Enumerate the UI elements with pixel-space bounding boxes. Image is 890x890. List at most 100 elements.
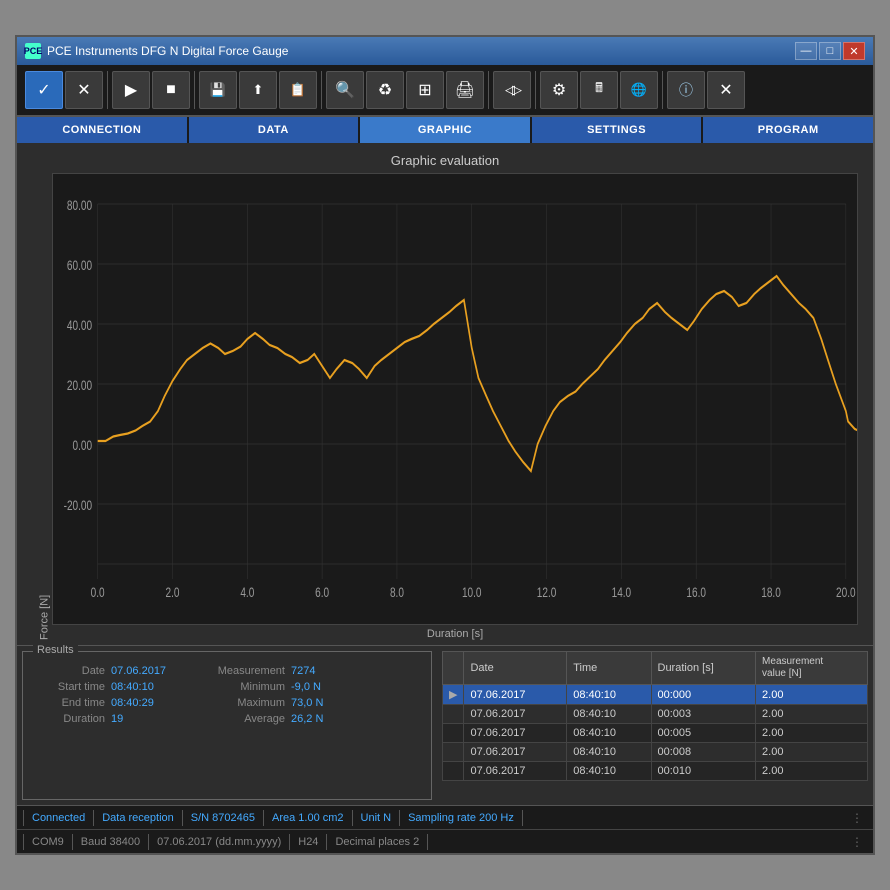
search-button[interactable]: 🔍 (326, 71, 364, 109)
status-baud: Baud 38400 (73, 834, 149, 850)
settings-button[interactable]: ⚙ (540, 71, 578, 109)
minimize-button[interactable]: — (795, 42, 817, 60)
nav-graphic[interactable]: GRAPHIC (360, 117, 532, 143)
calculator-button[interactable]: 🖩 (580, 71, 618, 109)
stop-button[interactable]: ■ (152, 71, 190, 109)
results-panel: Results Date 07.06.2017 Measurement 7274… (22, 651, 432, 800)
end-value: 08:40:29 (111, 697, 191, 709)
table-scroll[interactable]: Date Time Duration [s] Measurementvalue … (442, 651, 868, 800)
row-value: 2.00 (756, 724, 868, 743)
table-row[interactable]: ▶ 07.06.2017 08:40:10 00:000 2.00 (443, 685, 868, 705)
title-bar: PCE PCE Instruments DFG N Digital Force … (17, 37, 873, 65)
row-value: 2.00 (756, 762, 868, 781)
export-button[interactable]: ⬆ (239, 71, 277, 109)
cancel-button[interactable]: ✕ (65, 71, 103, 109)
row-date: 07.06.2017 (464, 762, 567, 781)
results-title: Results (33, 644, 78, 656)
print-button[interactable]: 🖨 (446, 71, 484, 109)
table-row[interactable]: 07.06.2017 08:40:10 00:005 2.00 (443, 724, 868, 743)
data-table: Date Time Duration [s] Measurementvalue … (442, 651, 868, 781)
save-button[interactable]: 💾 (199, 71, 237, 109)
status-bar-2: COM9 Baud 38400 07.06.2017 (dd.mm.yyyy) … (17, 829, 873, 853)
row-marker (443, 762, 464, 781)
average-label: Average (191, 713, 291, 725)
date-label: Date (31, 665, 111, 677)
main-window: PCE PCE Instruments DFG N Digital Force … (15, 35, 875, 855)
status-connected: Connected (23, 810, 94, 826)
svg-text:14.0: 14.0 (612, 585, 632, 601)
status-h24: H24 (290, 834, 327, 850)
table-row[interactable]: 07.06.2017 08:40:10 00:008 2.00 (443, 743, 868, 762)
maximum-value: 73,0 N (291, 697, 371, 709)
svg-text:-20.00: -20.00 (64, 498, 93, 514)
app-icon: PCE (25, 43, 41, 59)
col-duration[interactable]: Duration [s] (651, 652, 756, 685)
average-value: 26,2 N (291, 713, 371, 725)
play-button[interactable]: ▶ (112, 71, 150, 109)
status-unit: Unit N (353, 810, 401, 826)
grid-button[interactable]: ⊞ (406, 71, 444, 109)
row-duration: 00:000 (651, 685, 756, 705)
info-button[interactable]: ⓘ (667, 71, 705, 109)
bottom-section: Results Date 07.06.2017 Measurement 7274… (17, 645, 873, 805)
row-date: 07.06.2017 (464, 685, 567, 705)
start-label: Start time (31, 681, 111, 693)
svg-text:60.00: 60.00 (67, 258, 92, 274)
nav-data[interactable]: DATA (189, 117, 361, 143)
status-com: COM9 (23, 834, 73, 850)
nav-connection[interactable]: CONNECTION (17, 117, 189, 143)
table-row[interactable]: 07.06.2017 08:40:10 00:003 2.00 (443, 705, 868, 724)
table-header-row: Date Time Duration [s] Measurementvalue … (443, 652, 868, 685)
svg-text:12.0: 12.0 (537, 585, 557, 601)
status-dots-2: ⋮ (847, 833, 867, 851)
y-axis-label: Force [N] (32, 173, 52, 640)
toolbar-group-6: ⚙ 🖩 🌐 (540, 71, 663, 109)
main-content: Graphic evaluation Force [N] (17, 143, 873, 853)
globe-button[interactable]: 🌐 (620, 71, 658, 109)
toolbar-group-7: ⓘ ✕ (667, 71, 749, 109)
svg-text:20.00: 20.00 (67, 378, 92, 394)
row-value: 2.00 (756, 705, 868, 724)
row-duration: 00:008 (651, 743, 756, 762)
row-duration: 00:005 (651, 724, 756, 743)
maximum-label: Maximum (191, 697, 291, 709)
end-label: End time (31, 697, 111, 709)
title-controls: — □ ✕ (795, 42, 865, 60)
nav-bar: CONNECTION DATA GRAPHIC SETTINGS PROGRAM (17, 117, 873, 143)
chart-svg: 80.00 60.00 40.00 20.00 0.00 -20.00 0.0 … (52, 173, 858, 625)
close-button[interactable]: ✕ (843, 42, 865, 60)
status-date-format: 07.06.2017 (dd.mm.yyyy) (149, 834, 290, 850)
col-date[interactable]: Date (464, 652, 567, 685)
toolbar-group-2: ▶ ■ (112, 71, 195, 109)
minimum-value: -9,0 N (291, 681, 371, 693)
filter-button[interactable]: ◁▷ (493, 71, 531, 109)
status-area: Area 1.00 cm2 (264, 810, 353, 826)
minimum-label: Minimum (191, 681, 291, 693)
nav-settings[interactable]: SETTINGS (532, 117, 704, 143)
status-sampling: Sampling rate 200 Hz (400, 810, 523, 826)
svg-text:40.00: 40.00 (67, 318, 92, 334)
row-marker: ▶ (443, 685, 464, 705)
status-serial: S/N 8702465 (183, 810, 264, 826)
col-value[interactable]: Measurementvalue [N] (756, 652, 868, 685)
row-time: 08:40:10 (567, 724, 651, 743)
clipboard-button[interactable]: 📋 (279, 71, 317, 109)
row-time: 08:40:10 (567, 685, 651, 705)
maximize-button[interactable]: □ (819, 42, 841, 60)
row-marker (443, 743, 464, 762)
col-time[interactable]: Time (567, 652, 651, 685)
measurement-value: 7274 (291, 665, 371, 677)
table-row[interactable]: 07.06.2017 08:40:10 00:010 2.00 (443, 762, 868, 781)
date-value: 07.06.2017 (111, 665, 191, 677)
refresh-button[interactable]: ♻ (366, 71, 404, 109)
results-grid: Date 07.06.2017 Measurement 7274 Start t… (31, 665, 423, 725)
row-time: 08:40:10 (567, 705, 651, 724)
svg-text:4.0: 4.0 (240, 585, 254, 601)
checkmark-button[interactable]: ✓ (25, 71, 63, 109)
status-decimal: Decimal places 2 (327, 834, 428, 850)
close2-button[interactable]: ✕ (707, 71, 745, 109)
toolbar-group-5: ◁▷ (493, 71, 536, 109)
row-value: 2.00 (756, 685, 868, 705)
chart-inner: 80.00 60.00 40.00 20.00 0.00 -20.00 0.0 … (52, 173, 858, 640)
nav-program[interactable]: PROGRAM (703, 117, 873, 143)
